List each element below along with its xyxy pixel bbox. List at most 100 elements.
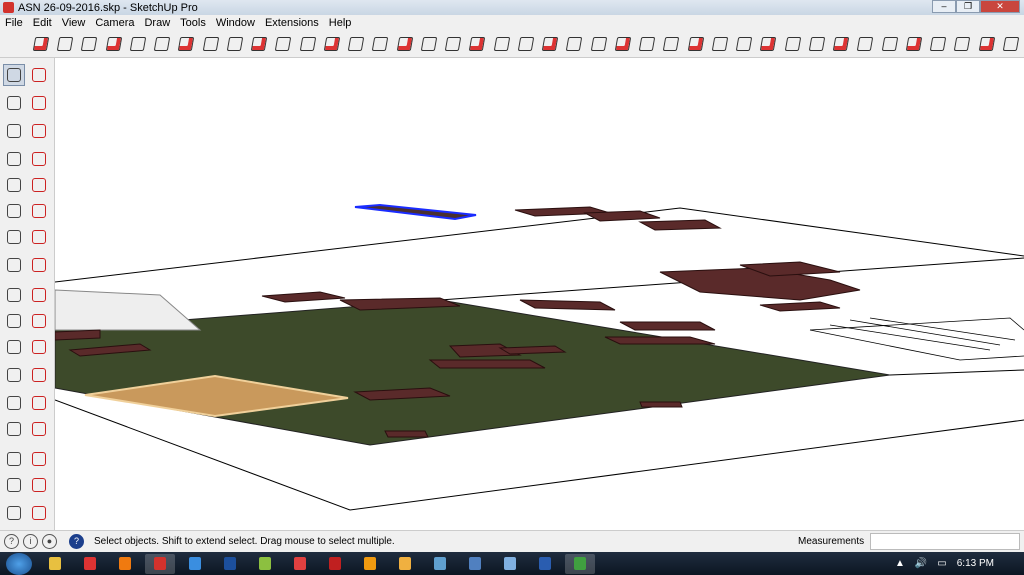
two-point-arc-tool-icon[interactable] [3, 226, 25, 248]
toolbar-tool-12-icon[interactable] [297, 33, 319, 55]
taskbar-files-button[interactable] [250, 554, 280, 574]
toolbar-tool-5-icon[interactable] [127, 33, 149, 55]
toolbar-tool-8-icon[interactable] [200, 33, 222, 55]
toolbar-tool-26-icon[interactable] [636, 33, 658, 55]
measurements-input[interactable] [870, 533, 1020, 550]
offset-tool-icon[interactable] [28, 310, 50, 332]
close-button[interactable]: ✕ [980, 0, 1020, 13]
position-camera-tool-icon[interactable] [3, 502, 25, 524]
select-tool-icon[interactable] [3, 64, 25, 86]
taskbar-app-image-button[interactable] [425, 554, 455, 574]
menu-extensions[interactable]: Extensions [260, 17, 324, 29]
menu-window[interactable]: Window [211, 17, 260, 29]
freehand-tool-icon[interactable] [28, 120, 50, 142]
taskbar-sketchup-button[interactable] [145, 553, 175, 574]
taskbar-app-orange-button[interactable] [390, 554, 420, 574]
zoom-tool-icon[interactable] [3, 448, 25, 470]
toolbar-tool-20-icon[interactable] [491, 33, 513, 55]
toolbar-tool-24-icon[interactable] [588, 33, 610, 55]
clock[interactable]: 6:13 PM [957, 558, 994, 569]
zoom-extents-tool-icon[interactable] [3, 474, 25, 496]
toolbar-tool-39-icon[interactable] [952, 33, 974, 55]
toolbar-tool-28-icon[interactable] [685, 33, 707, 55]
taskbar-calendar-button[interactable] [285, 554, 315, 574]
3d-text-tool-icon[interactable] [28, 392, 50, 414]
taskbar-word-button[interactable] [530, 554, 560, 574]
taskbar-internet-explorer-button[interactable] [180, 554, 210, 574]
toolbar-tool-2-icon[interactable] [54, 33, 76, 55]
taskbar-media-player-button[interactable] [110, 554, 140, 574]
toolbar-tool-7-icon[interactable] [176, 33, 198, 55]
move-tool-icon[interactable] [3, 254, 25, 276]
menu-tools[interactable]: Tools [175, 17, 211, 29]
menu-edit[interactable]: Edit [28, 17, 57, 29]
toolbar-tool-41-icon[interactable] [1000, 33, 1022, 55]
toolbar-tool-33-icon[interactable] [806, 33, 828, 55]
toolbar-tool-11-icon[interactable] [273, 33, 295, 55]
three-point-arc-tool-icon[interactable] [28, 226, 50, 248]
toolbar-tool-19-icon[interactable] [467, 33, 489, 55]
eraser-tool-icon[interactable] [28, 92, 50, 114]
help-icon[interactable]: ? [69, 534, 84, 549]
look-around-tool-icon[interactable] [28, 502, 50, 524]
toolbar-tool-14-icon[interactable] [345, 33, 367, 55]
toolbar-tool-3-icon[interactable] [79, 33, 101, 55]
toolbar-tool-18-icon[interactable] [442, 33, 464, 55]
toolbar-tool-30-icon[interactable] [733, 33, 755, 55]
toolbar-tool-36-icon[interactable] [879, 33, 901, 55]
rectangle-tool-icon[interactable] [3, 148, 25, 170]
volume-icon[interactable]: 🔊 [915, 558, 927, 569]
toolbar-tool-29-icon[interactable] [709, 33, 731, 55]
follow-me-tool-icon[interactable] [28, 284, 50, 306]
toolbar-tool-38-icon[interactable] [927, 33, 949, 55]
taskbar-illustrator-button[interactable] [355, 554, 385, 574]
toolbar-tool-15-icon[interactable] [370, 33, 392, 55]
orbit-tool-icon[interactable] [3, 418, 25, 440]
line-tool-icon[interactable] [3, 120, 25, 142]
push-pull-tool-icon[interactable] [28, 254, 50, 276]
paint-bucket-tool-icon[interactable] [3, 92, 25, 114]
circle-tool-icon[interactable] [3, 174, 25, 196]
taskbar-explorer-button[interactable] [40, 554, 70, 574]
toolbar-tool-31-icon[interactable] [758, 33, 780, 55]
taskbar-app-usb-button[interactable] [460, 554, 490, 574]
toolbar-tool-17-icon[interactable] [418, 33, 440, 55]
drawing-viewport[interactable] [54, 58, 1024, 530]
minimize-button[interactable]: – [932, 0, 956, 13]
toolbar-tool-4-icon[interactable] [103, 33, 125, 55]
component-tool-icon[interactable] [28, 64, 50, 86]
taskbar-photoshop-button[interactable] [215, 554, 245, 574]
text-tool-icon[interactable] [28, 364, 50, 386]
toolbar-tool-25-icon[interactable] [612, 33, 634, 55]
toolbar-tool-22-icon[interactable] [539, 33, 561, 55]
taskbar-app-red-button[interactable] [320, 554, 350, 574]
credits-icon[interactable]: i [23, 534, 38, 549]
toolbar-tool-23-icon[interactable] [564, 33, 586, 55]
pan-tool-icon[interactable] [28, 418, 50, 440]
start-button[interactable] [6, 552, 32, 575]
taskbar-chrome-button[interactable] [565, 553, 595, 574]
axes-tool-icon[interactable] [3, 392, 25, 414]
toolbar-tool-16-icon[interactable] [394, 33, 416, 55]
arc-tool-icon[interactable] [3, 200, 25, 222]
menu-help[interactable]: Help [324, 17, 357, 29]
toolbar-tool-34-icon[interactable] [830, 33, 852, 55]
toolbar-tool-32-icon[interactable] [782, 33, 804, 55]
polygon-tool-icon[interactable] [28, 174, 50, 196]
user-icon[interactable]: ● [42, 534, 57, 549]
rotated-rectangle-tool-icon[interactable] [28, 148, 50, 170]
rotate-tool-icon[interactable] [3, 284, 25, 306]
toolbar-tool-6-icon[interactable] [151, 33, 173, 55]
toolbar-tool-10-icon[interactable] [248, 33, 270, 55]
menu-camera[interactable]: Camera [90, 17, 139, 29]
dimension-tool-icon[interactable] [28, 336, 50, 358]
toolbar-tool-13-icon[interactable] [321, 33, 343, 55]
restore-button[interactable]: ❐ [956, 0, 980, 13]
menu-view[interactable]: View [57, 17, 91, 29]
show-hidden-icons-icon[interactable]: ▲ [895, 558, 905, 569]
pie-tool-icon[interactable] [28, 200, 50, 222]
toolbar-tool-40-icon[interactable] [976, 33, 998, 55]
toolbar-tool-27-icon[interactable] [661, 33, 683, 55]
toolbar-tool-1-icon[interactable] [30, 33, 52, 55]
scale-tool-icon[interactable] [3, 310, 25, 332]
